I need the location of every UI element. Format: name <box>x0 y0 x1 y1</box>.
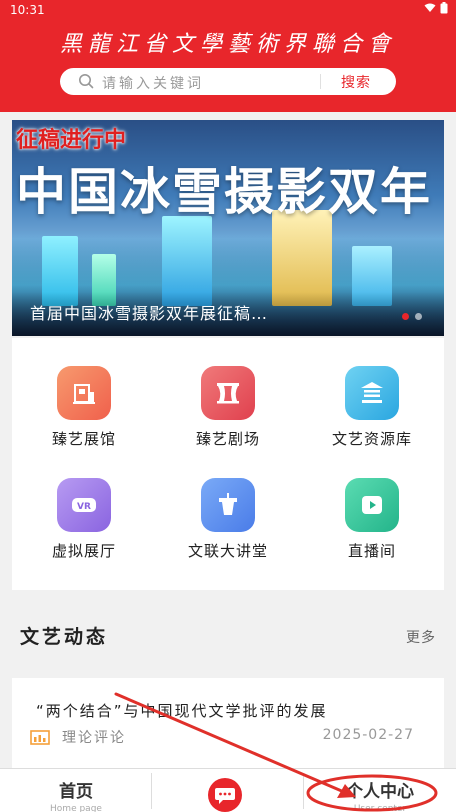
carousel-dot-active[interactable] <box>402 313 409 320</box>
news-date: 2025-02-27 <box>322 727 414 743</box>
news-category: 理论评论 <box>62 730 126 746</box>
status-bar: 10:31 <box>0 0 456 22</box>
news-section-title: 文艺动态 <box>20 626 109 648</box>
live-play-icon <box>345 478 399 532</box>
search-input[interactable]: 请输入关键词 <box>102 73 204 93</box>
tab-user-sublabel: User center <box>353 804 407 812</box>
list-item[interactable]: “两个结合”与中国现代文学批评的发展 理论评论 2025-02-27 <box>12 678 444 768</box>
feature-label: 直播间 <box>347 542 396 560</box>
theater-icon <box>201 366 255 420</box>
wifi-icon <box>424 3 436 12</box>
feature-label: 文艺资源库 <box>331 430 412 448</box>
category-chart-icon <box>30 730 50 745</box>
svg-text:VR: VR <box>77 502 91 512</box>
tab-user-label: 个人中心 <box>346 782 414 802</box>
message-center-button[interactable] <box>208 778 242 812</box>
feature-resource-library[interactable]: 文艺资源库 <box>300 338 444 448</box>
news-more-link[interactable]: 更多 <box>406 627 436 647</box>
vr-icon: VR <box>57 478 111 532</box>
banner-caption: 首届中国冰雪摄影双年展征稿… <box>30 304 269 323</box>
feature-grid: 臻艺展馆 臻艺剧场 文艺资源库 VR 虚拟展厅 文联大讲堂 直播间 <box>12 338 444 590</box>
carousel-indicator <box>402 313 422 320</box>
feature-label: 文联大讲堂 <box>187 542 268 560</box>
battery-icon <box>440 2 448 14</box>
feature-label: 臻艺展馆 <box>51 430 116 448</box>
search-button[interactable]: 搜索 <box>328 72 384 92</box>
feature-label: 虚拟展厅 <box>51 542 116 560</box>
lectern-icon <box>201 478 255 532</box>
feature-label: 臻艺剧场 <box>195 430 260 448</box>
carousel-dot[interactable] <box>415 313 422 320</box>
news-title[interactable]: “两个结合”与中国现代文学批评的发展 <box>36 700 328 721</box>
chat-bubble-icon <box>215 788 235 804</box>
search-icon <box>79 74 94 89</box>
banner-carousel[interactable]: 征稿进行中 中国冰雪摄影双年 首届中国冰雪摄影双年展征稿… <box>12 120 444 336</box>
banner-tag: 征稿进行中 <box>16 127 127 153</box>
banner-headline: 中国冰雪摄影双年 <box>16 163 432 221</box>
tab-home-label: 首页 <box>59 782 93 802</box>
tab-home[interactable]: 首页 Home page <box>0 769 152 812</box>
library-icon <box>345 366 399 420</box>
app-header: 10:31 黑龍江省文學藝術界聯合會 请输入关键词 搜索 <box>0 0 456 112</box>
tab-divider <box>151 773 152 809</box>
status-icons <box>424 2 448 14</box>
org-logo-title: 黑龍江省文學藝術界聯合會 <box>59 32 396 57</box>
feature-theater[interactable]: 臻艺剧场 <box>156 338 300 448</box>
tab-user-center[interactable]: 个人中心 User center <box>304 769 456 812</box>
feature-museum[interactable]: 臻艺展馆 <box>12 338 156 448</box>
feature-lecture-hall[interactable]: 文联大讲堂 <box>156 450 300 560</box>
feature-virtual-hall[interactable]: VR 虚拟展厅 <box>12 450 156 560</box>
search-bar[interactable]: 请输入关键词 搜索 <box>60 68 396 95</box>
tab-home-sublabel: Home page <box>50 804 102 812</box>
search-divider <box>320 74 321 89</box>
museum-icon <box>57 366 111 420</box>
feature-live-room[interactable]: 直播间 <box>300 450 444 560</box>
status-time: 10:31 <box>10 3 45 17</box>
